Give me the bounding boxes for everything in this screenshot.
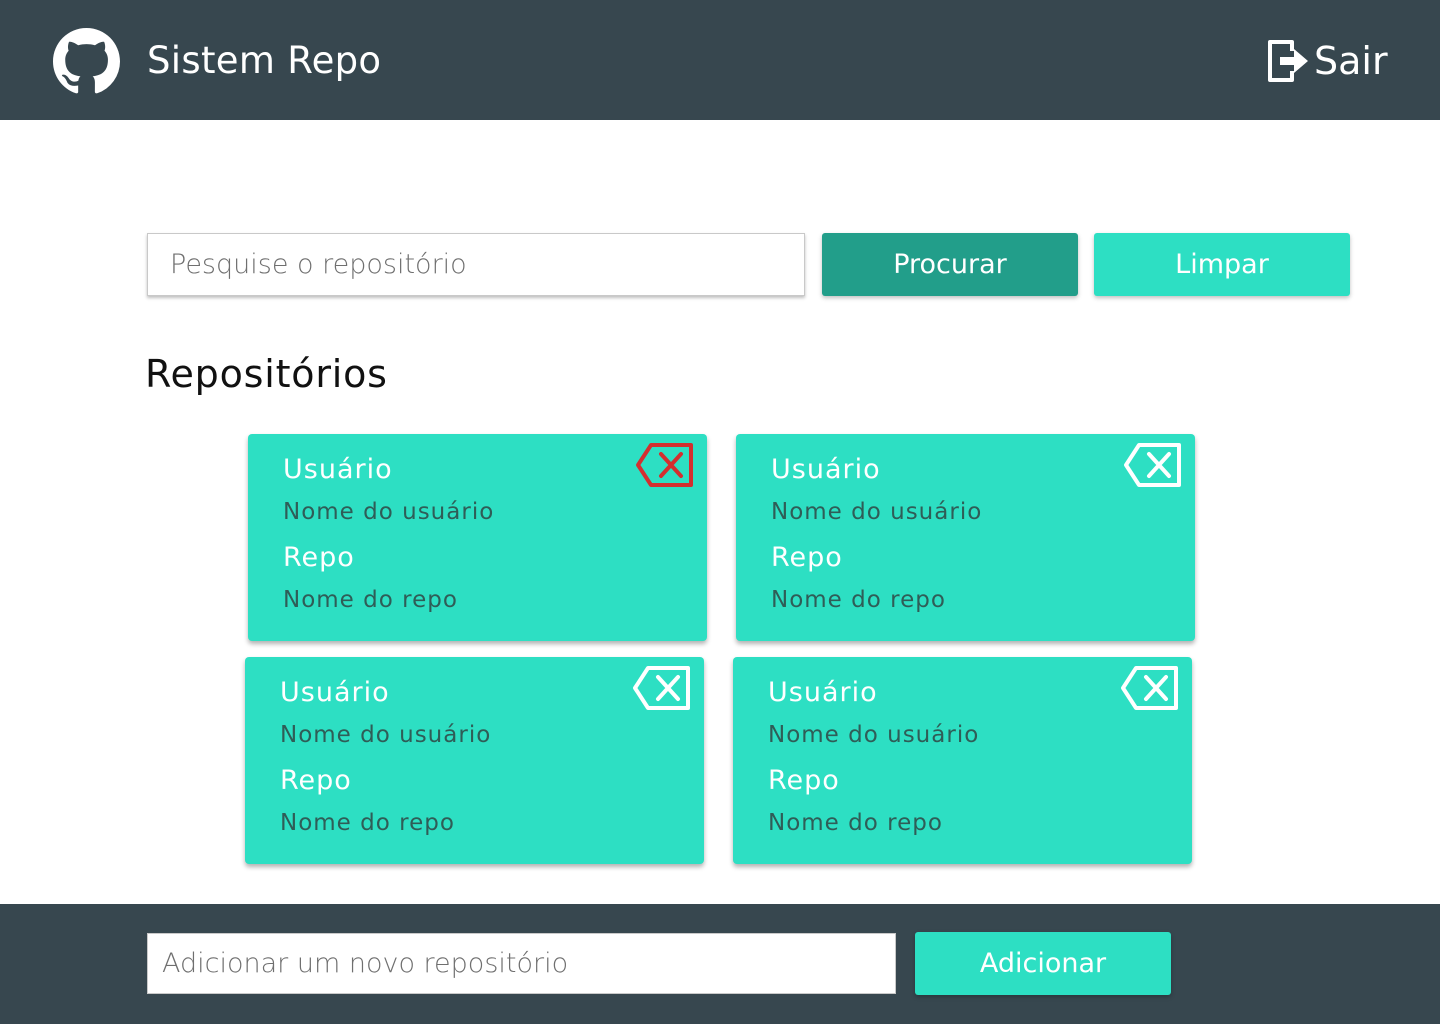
repo-card: Usuário Nome do usuário Repo Nome do rep… — [245, 657, 704, 864]
backspace-delete-icon[interactable] — [635, 442, 695, 488]
user-label: Usuário — [280, 677, 390, 708]
user-value: Nome do usuário — [771, 499, 983, 525]
logout-label: Sair — [1314, 39, 1388, 83]
top-bar: Sistem Repo Sair — [0, 0, 1440, 120]
repo-label: Repo — [768, 765, 840, 796]
app-title: Sistem Repo — [147, 39, 382, 82]
user-label: Usuário — [771, 454, 881, 485]
sign-out-icon — [1268, 40, 1308, 82]
github-icon — [53, 28, 120, 94]
section-title: Repositórios — [145, 352, 388, 396]
repo-value: Nome do repo — [283, 587, 458, 613]
logout-button[interactable]: Sair — [1266, 37, 1388, 85]
search-input[interactable] — [147, 233, 805, 296]
add-repo-input[interactable] — [147, 933, 896, 994]
user-value: Nome do usuário — [768, 722, 980, 748]
repo-value: Nome do repo — [771, 587, 946, 613]
user-label: Usuário — [768, 677, 878, 708]
add-button[interactable]: Adicionar — [915, 932, 1171, 995]
user-value: Nome do usuário — [283, 499, 495, 525]
repo-card: Usuário Nome do usuário Repo Nome do rep… — [736, 434, 1195, 641]
repo-label: Repo — [771, 542, 843, 573]
user-value: Nome do usuário — [280, 722, 492, 748]
repo-label: Repo — [283, 542, 355, 573]
repo-value: Nome do repo — [280, 810, 455, 836]
search-button[interactable]: Procurar — [822, 233, 1078, 296]
backspace-delete-icon[interactable] — [632, 665, 692, 711]
user-label: Usuário — [283, 454, 393, 485]
backspace-delete-icon[interactable] — [1123, 442, 1183, 488]
clear-button[interactable]: Limpar — [1094, 233, 1350, 296]
backspace-delete-icon[interactable] — [1120, 665, 1180, 711]
repo-card: Usuário Nome do usuário Repo Nome do rep… — [733, 657, 1192, 864]
repo-card: Usuário Nome do usuário Repo Nome do rep… — [248, 434, 707, 641]
repo-label: Repo — [280, 765, 352, 796]
repo-value: Nome do repo — [768, 810, 943, 836]
